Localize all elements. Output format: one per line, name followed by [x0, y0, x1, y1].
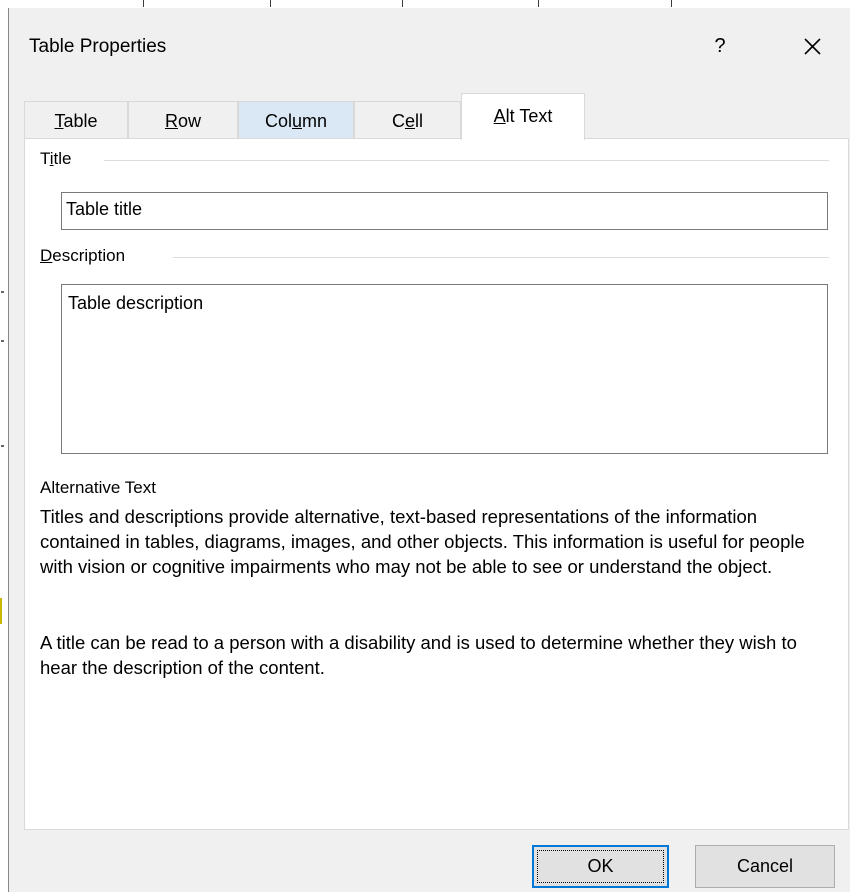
cancel-button[interactable]: Cancel	[695, 845, 835, 888]
cancel-label: Cancel	[736, 856, 794, 876]
ruler-tick	[402, 0, 403, 7]
description-group-label: Description	[40, 246, 136, 266]
alt-text-paragraph-1: Titles and descriptions provide alternat…	[40, 506, 805, 577]
title-input[interactable]: Table title	[61, 192, 828, 230]
tab-label: Table	[54, 111, 98, 131]
document-mark	[1, 291, 4, 293]
tab-row[interactable]: Row	[128, 101, 238, 139]
document-background-side	[0, 8, 8, 892]
close-button[interactable]	[792, 28, 832, 64]
ruler-tick	[143, 0, 144, 7]
focus-indicator	[537, 850, 664, 883]
document-background-top	[0, 0, 850, 8]
ruler-tick	[538, 0, 539, 7]
alt-text-paragraph-2: A title can be read to a person with a d…	[40, 632, 797, 678]
tab-alt-text[interactable]: Alt Text	[461, 93, 585, 140]
description-group-line	[173, 257, 829, 258]
tab-label: Cell	[391, 111, 423, 131]
ruler-tick	[270, 0, 271, 7]
tab-label: Alt Text	[493, 106, 553, 126]
help-button[interactable]: ?	[705, 28, 735, 64]
document-mark	[1, 340, 4, 342]
close-icon	[804, 38, 821, 55]
dialog-title: Table Properties	[29, 36, 167, 57]
table-properties-dialog: Table Properties ? Table Row Column Cell…	[8, 8, 850, 892]
document-mark	[1, 445, 4, 447]
tab-label: Row	[164, 111, 201, 131]
tab-table[interactable]: Table	[24, 101, 128, 139]
title-group-line	[104, 160, 829, 161]
document-highlight	[0, 598, 2, 624]
tab-column[interactable]: Column	[238, 101, 354, 139]
description-textarea[interactable]: Table description	[61, 284, 828, 454]
tab-cell[interactable]: Cell	[354, 101, 461, 139]
ok-button[interactable]: OK	[532, 845, 669, 888]
ruler-tick	[671, 0, 672, 7]
title-group-label: Title	[40, 149, 82, 169]
alt-text-heading: Alternative Text	[40, 478, 156, 497]
tab-label: Column	[264, 111, 328, 131]
